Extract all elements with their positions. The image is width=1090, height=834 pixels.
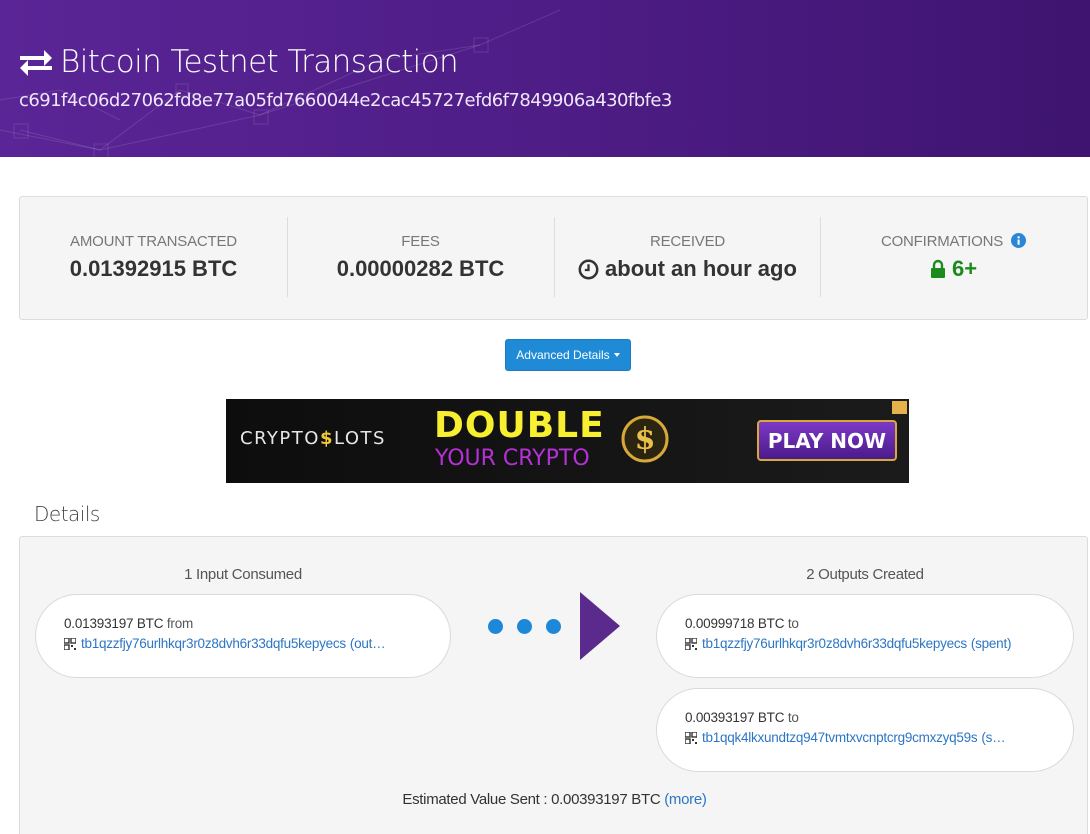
inputs-header: 1 Input Consumed	[184, 566, 302, 583]
dollar-coin-icon: $	[621, 415, 669, 463]
output-item: 0.00393197 BTC to tb1qqk4lkxundtzq947tvm…	[656, 688, 1074, 772]
ad-logo: CRYPTO$LOTS	[240, 428, 386, 449]
estimated-value-sent: Estimated Value Sent : 0.00393197 BTC (m…	[20, 791, 1089, 808]
dot	[517, 619, 532, 634]
input-item: 0.01393197 BTC from tb1qzzfjy76urlhkqr3r…	[35, 594, 451, 678]
output-address-row: tb1qzzfjy76urlhkqr3r0z8dvh6r33dqfu5kepye…	[685, 636, 1073, 651]
ad-play-now-button[interactable]: PLAY NOW	[757, 420, 897, 461]
estimated-sep: :	[539, 791, 552, 808]
output-amount-row: 0.00393197 BTC to	[685, 710, 1073, 725]
output-address-clip: tb1qqk4lkxundtzq947tvmtxvcnptcrg9cmxzyq5…	[702, 730, 1005, 745]
input-status-link[interactable]: (out…	[350, 636, 386, 651]
confirmations-label: CONFIRMATIONS	[880, 233, 1004, 250]
ad-banner[interactable]: CRYPTO$LOTS DOUBLE YOUR CRYPTO $ PLAY NO…	[226, 399, 909, 483]
svg-text:$: $	[635, 422, 656, 457]
output-direction: to	[787, 616, 799, 631]
transaction-summary-panel: AMOUNT TRANSACTED 0.01392915 BTC FEES 0.…	[19, 196, 1088, 320]
received-value: about an hour ago	[554, 256, 821, 282]
transaction-hash[interactable]: c691f4c06d27062fd8e77a05fd7660044e2cac45…	[19, 90, 672, 111]
input-amount-row: 0.01393197 BTC from	[64, 616, 450, 631]
details-panel: 1 Input Consumed 2 Outputs Created 0.013…	[19, 536, 1088, 834]
outputs-header: 2 Outputs Created	[806, 566, 924, 583]
ad-headline: DOUBLE	[434, 405, 605, 446]
output-amount: 0.00393197 BTC	[685, 710, 785, 725]
page-title: Bitcoin Testnet Transaction	[18, 40, 459, 84]
input-address-clip: tb1qzzfjy76urlhkqr3r0z8dvh6r33dqfu5kepye…	[81, 636, 385, 651]
input-direction: from	[166, 616, 194, 631]
flow-arrow-icon	[580, 592, 620, 660]
dot	[488, 619, 503, 634]
input-amount: 0.01393197 BTC	[64, 616, 164, 631]
output-amount-row: 0.00999718 BTC to	[685, 616, 1073, 631]
clock-icon	[578, 259, 599, 279]
amount-transacted-label: AMOUNT TRANSACTED	[70, 233, 237, 250]
output-direction: to	[787, 710, 799, 725]
received-stat: RECEIVED about an hour ago	[554, 217, 821, 297]
output-address-clip: tb1qzzfjy76urlhkqr3r0z8dvh6r33dqfu5kepye…	[702, 636, 1011, 651]
fees-stat: FEES 0.00000282 BTC	[287, 217, 554, 297]
fees-value: 0.00000282 BTC	[336, 256, 505, 281]
qr-code-icon[interactable]	[685, 731, 697, 744]
ad-choices-icon[interactable]	[892, 401, 907, 414]
details-heading: Details	[34, 502, 100, 526]
amount-transacted-stat: AMOUNT TRANSACTED 0.01392915 BTC	[20, 217, 287, 297]
output-status-link[interactable]: (spent)	[971, 636, 1011, 651]
ad-subline: YOUR CRYPTO	[435, 446, 590, 471]
confirmations-stat: CONFIRMATIONS 6+	[820, 217, 1087, 297]
ad-logo-suffix: LOTS	[333, 428, 386, 449]
output-address-link[interactable]: tb1qqk4lkxundtzq947tvmtxvcnptcrg9cmxzyq5…	[702, 730, 978, 745]
page-header: Bitcoin Testnet Transaction c691f4c06d27…	[0, 0, 1090, 157]
more-link[interactable]: (more)	[664, 791, 707, 808]
caret-down-icon	[613, 353, 620, 357]
qr-code-icon[interactable]	[685, 637, 697, 650]
confirmations-count: 6+	[951, 256, 978, 281]
amount-transacted-value: 0.01392915 BTC	[69, 256, 238, 281]
confirmations-value: 6+	[820, 256, 1087, 282]
input-address-link[interactable]: tb1qzzfjy76urlhkqr3r0z8dvh6r33dqfu5kepye…	[81, 636, 346, 651]
confirmations-label-row: CONFIRMATIONS	[820, 233, 1087, 250]
output-amount: 0.00999718 BTC	[685, 616, 785, 631]
dot	[546, 619, 561, 634]
advanced-details-button[interactable]: Advanced Details	[505, 339, 631, 371]
estimated-label: Estimated Value Sent	[402, 791, 540, 808]
ad-logo-prefix: CRYPTO	[240, 428, 320, 449]
page-title-text: Bitcoin Testnet Transaction	[60, 44, 459, 80]
lock-icon	[930, 259, 945, 278]
received-time: about an hour ago	[605, 256, 797, 281]
ad-logo-s: $	[319, 428, 334, 449]
output-status-link[interactable]: (s…	[981, 730, 1005, 745]
flow-dots	[488, 619, 575, 634]
received-label: RECEIVED	[649, 233, 726, 250]
input-address-row: tb1qzzfjy76urlhkqr3r0z8dvh6r33dqfu5kepye…	[64, 636, 450, 651]
fees-label: FEES	[401, 233, 440, 250]
qr-code-icon[interactable]	[64, 637, 76, 650]
exchange-arrows-icon	[20, 50, 52, 76]
output-address-link[interactable]: tb1qzzfjy76urlhkqr3r0z8dvh6r33dqfu5kepye…	[702, 636, 967, 651]
info-icon[interactable]	[1011, 233, 1027, 248]
advanced-details-label: Advanced Details	[516, 348, 610, 362]
estimated-value: 0.00393197 BTC	[551, 791, 661, 808]
output-address-row: tb1qqk4lkxundtzq947tvmtxvcnptcrg9cmxzyq5…	[685, 730, 1073, 745]
output-item: 0.00999718 BTC to tb1qzzfjy76urlhkqr3r0z…	[656, 594, 1074, 678]
